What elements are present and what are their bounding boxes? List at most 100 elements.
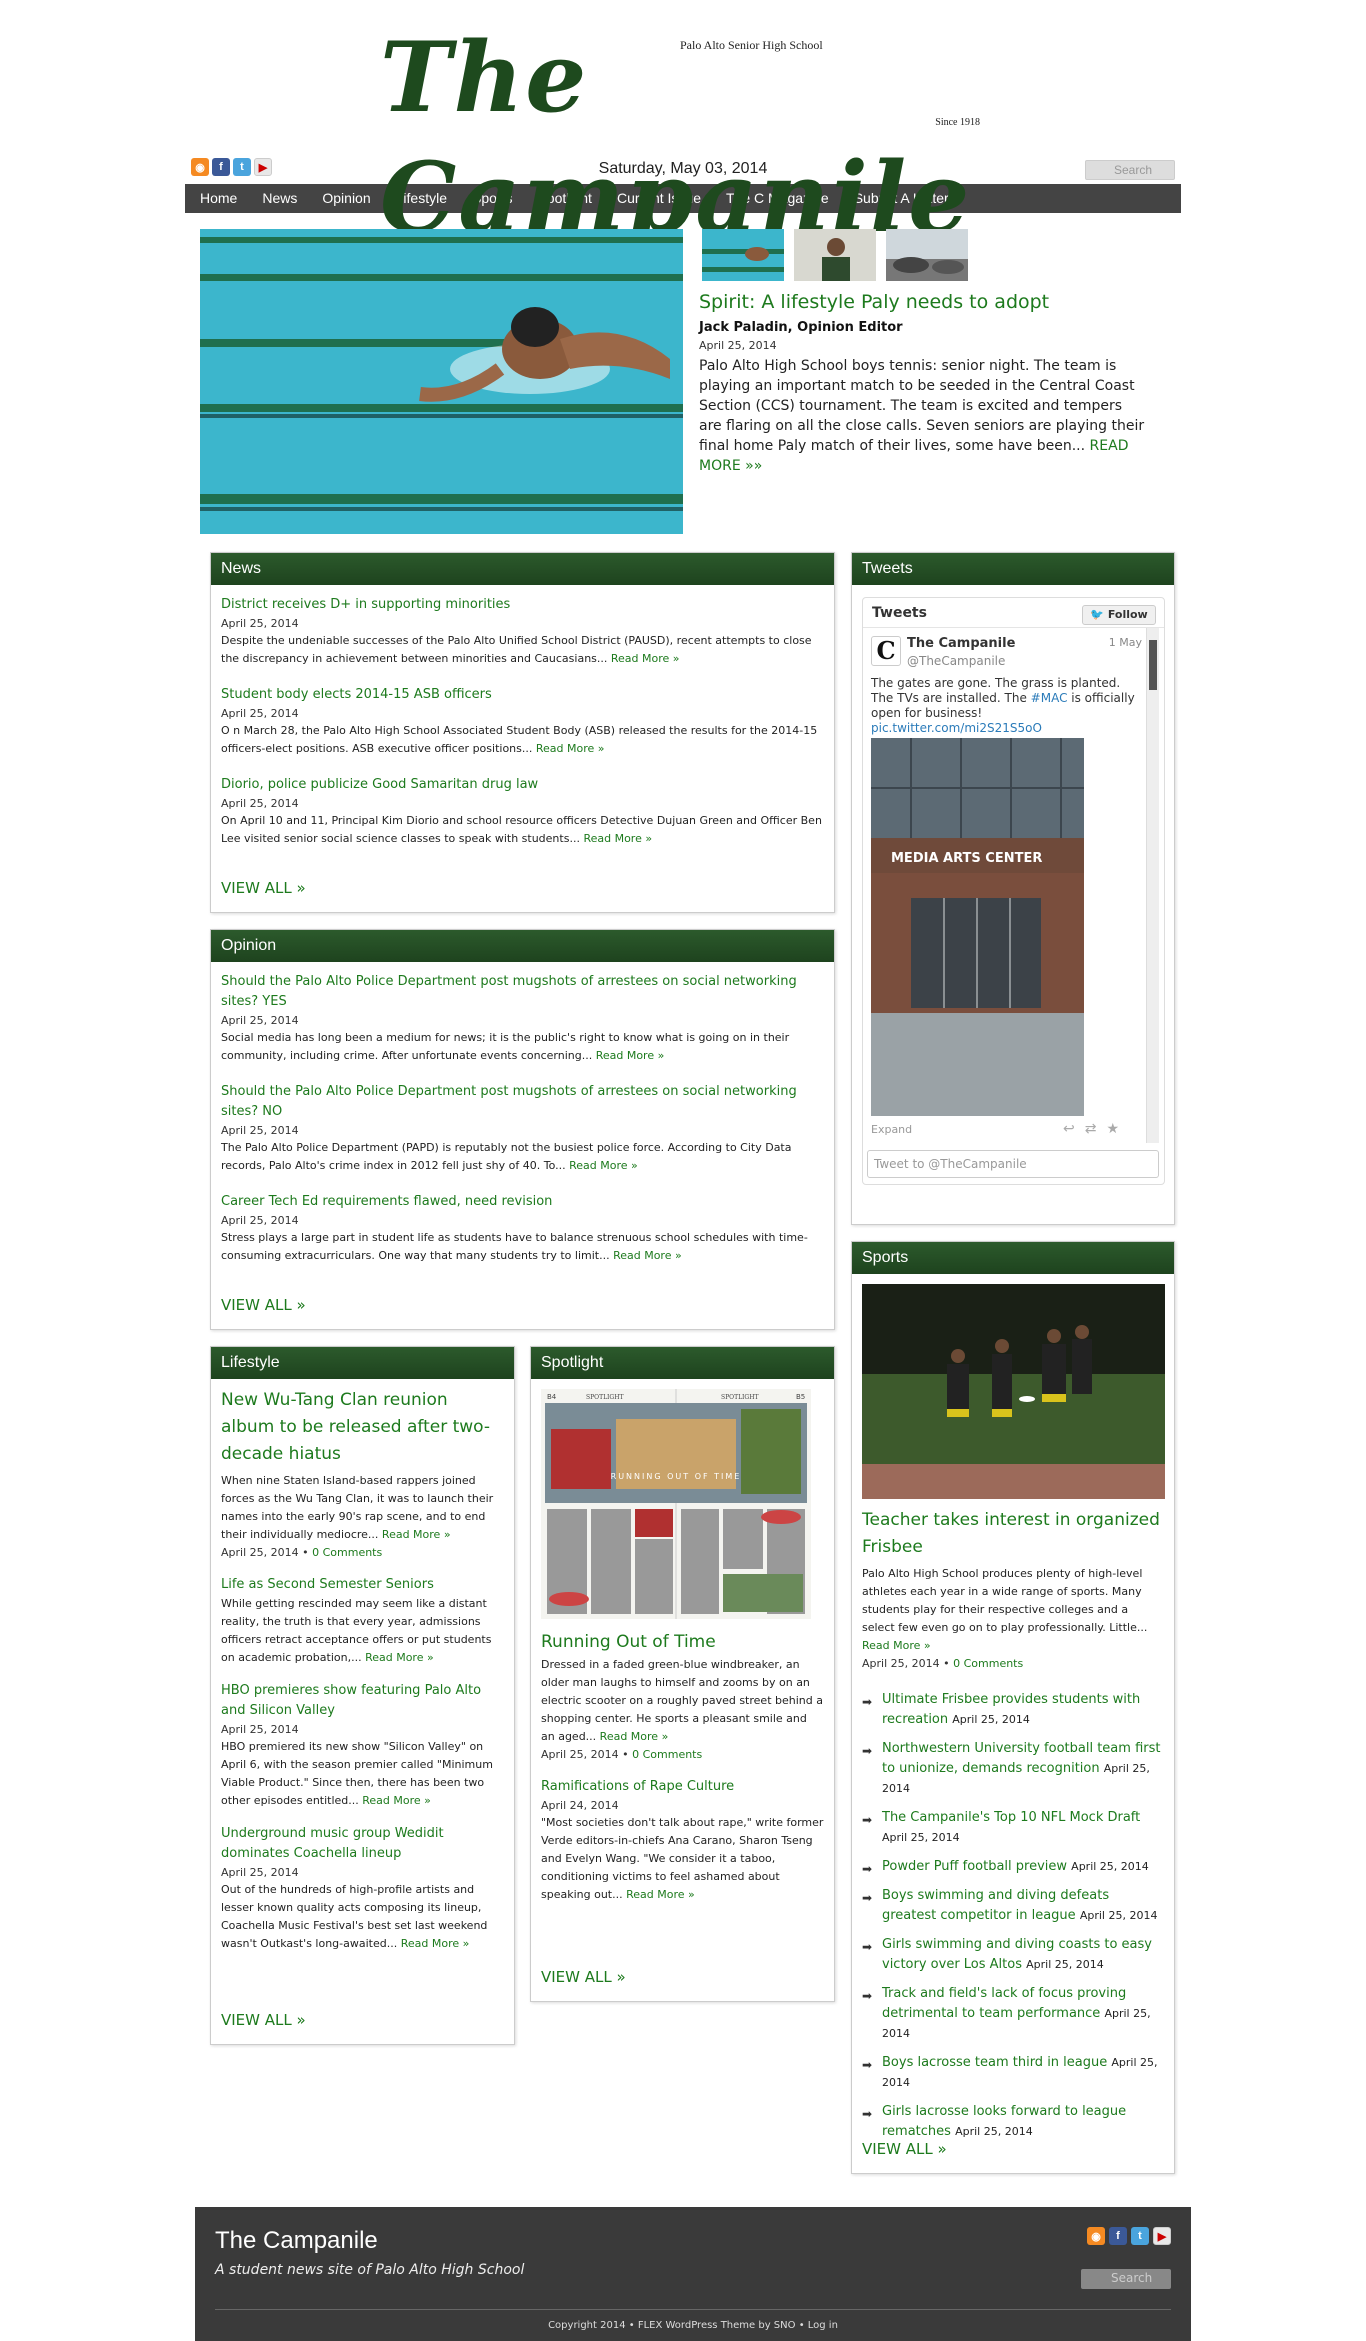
list-item-title[interactable]: Powder Puff football preview [882, 1859, 1067, 1874]
read-more-link[interactable]: Read More » [362, 1794, 431, 1807]
tweet-time[interactable]: 1 May [1109, 636, 1142, 649]
tweet-pic-link[interactable]: pic.twitter.com/mi2S21S5oO [871, 721, 1141, 736]
nav-news[interactable]: News [247, 184, 297, 213]
read-more-link[interactable]: Read More » [600, 1730, 669, 1743]
lifestyle-lead: New Wu-Tang Clan reunion album to be rel… [211, 1387, 514, 1561]
list-item-title[interactable]: Track and field's lack of focus proving … [882, 1986, 1126, 2021]
featured-title[interactable]: Spirit: A lifestyle Paly needs to adopt [699, 291, 1169, 313]
thumbnail-swim[interactable] [702, 229, 784, 281]
twitter-icon[interactable]: t [1131, 2227, 1149, 2245]
spread-page-left: B4 [547, 1393, 557, 1401]
list-item-title[interactable]: Boys swimming and diving defeats greates… [882, 1888, 1109, 1923]
tweet-to-input[interactable]: Tweet to @TheCampanile [867, 1150, 1159, 1178]
favorite-icon[interactable]: ★ [1106, 1121, 1119, 1137]
lifestyle-lead-meta: April 25, 2014 • 0 Comments [221, 1546, 383, 1559]
opinion-view-all[interactable]: VIEW ALL » [211, 1296, 306, 1314]
read-more-link[interactable]: Read More » [596, 1049, 665, 1062]
news-item-date: April 25, 2014 [221, 707, 299, 720]
spotlight-lead-title[interactable]: Running Out of Time [541, 1629, 824, 1656]
read-more-link[interactable]: Read More » [365, 1651, 434, 1664]
sports-view-all[interactable]: VIEW ALL » [852, 2140, 947, 2158]
sports-lead-image[interactable] [862, 1284, 1165, 1499]
arrow-icon: ➡ [862, 1744, 873, 1758]
news-item-title[interactable]: District receives D+ in supporting minor… [221, 595, 824, 615]
facebook-icon[interactable]: f [1109, 2227, 1127, 2245]
lifestyle-item: Life as Second Semester Seniors While ge… [211, 1575, 514, 1667]
read-more-link[interactable]: Read More » [611, 652, 680, 665]
featured-image[interactable] [200, 229, 683, 534]
scrollbar-thumb[interactable] [1149, 640, 1157, 690]
tweet-author-handle[interactable]: @TheCampanile [907, 654, 1005, 668]
list-item: ➡ Boys lacrosse team third in league Apri… [862, 2053, 1164, 2093]
search-input[interactable]: Search [1085, 160, 1175, 180]
read-more-link[interactable]: Read More » [536, 742, 605, 755]
lifestyle-panel: Lifestyle New Wu-Tang Clan reunion album… [210, 1346, 515, 2045]
read-more-link[interactable]: Read More » [583, 832, 652, 845]
spotlight-lead-date: April 25, 2014 [541, 1748, 619, 1761]
news-item-excerpt: O n March 28, the Palo Alto High School … [221, 722, 824, 758]
list-item: ➡ Northwestern University football team f… [862, 1739, 1164, 1799]
featured-date: April 25, 2014 [699, 339, 777, 352]
read-more-link[interactable]: Read More » [569, 1159, 638, 1172]
avatar[interactable]: C [871, 636, 901, 666]
news-item-title[interactable]: Diorio, police publicize Good Samaritan … [221, 775, 824, 795]
opinion-item: Should the Palo Alto Police Department p… [211, 972, 834, 1065]
list-item-title[interactable]: The Campanile's Top 10 NFL Mock Draft [882, 1810, 1140, 1825]
footer-search-input[interactable]: Search [1081, 2269, 1171, 2289]
opinion-item-title[interactable]: Should the Palo Alto Police Department p… [221, 1082, 824, 1122]
comments-link[interactable]: 0 Comments [632, 1748, 702, 1761]
read-more-link[interactable]: Read More » [382, 1528, 451, 1541]
news-item-excerpt: Despite the undeniable successes of the … [221, 632, 824, 668]
lifestyle-item-title[interactable]: HBO premieres show featuring Palo Alto a… [221, 1681, 504, 1721]
news-item-title[interactable]: Student body elects 2014-15 ASB officers [221, 685, 824, 705]
news-panel: News District receives D+ in supporting … [210, 552, 835, 913]
news-item: Diorio, police publicize Good Samaritan … [211, 775, 834, 848]
lifestyle-item-title[interactable]: Underground music group Wedidit dominate… [221, 1824, 504, 1864]
comments-link[interactable]: 0 Comments [312, 1546, 382, 1559]
nav-opinion[interactable]: Opinion [307, 184, 370, 213]
news-excerpt-text: O n March 28, the Palo Alto High School … [221, 724, 818, 755]
sports-list: ➡ Ultimate Frisbee provides students with… [852, 1690, 1174, 2142]
follow-button[interactable]: 🐦 Follow [1082, 605, 1156, 625]
spotlight-view-all[interactable]: VIEW ALL » [531, 1968, 626, 1986]
news-view-all[interactable]: VIEW ALL » [211, 879, 306, 897]
featured-story: Spirit: A lifestyle Paly needs to adopt … [185, 213, 1181, 543]
news-heading: News [211, 553, 834, 585]
retweet-icon[interactable]: ⇄ [1085, 1121, 1097, 1137]
timeline-header: Tweets 🐦 Follow [863, 598, 1164, 628]
read-more-link[interactable]: Read More » [862, 1639, 931, 1652]
opinion-item-date: April 25, 2014 [221, 1214, 299, 1227]
reply-icon[interactable]: ↩ [1063, 1121, 1075, 1137]
spotlight-image[interactable]: B4 B5 SPOTLIGHT SPOTLIGHT RUNNING OUT OF… [541, 1389, 811, 1619]
list-item-title[interactable]: Girls swimming and diving coasts to easy… [882, 1937, 1152, 1972]
sports-lead-title[interactable]: Teacher takes interest in organized Fris… [862, 1507, 1164, 1561]
site-logo[interactable]: The Campanile Palo Alto Senior High Scho… [380, 18, 990, 254]
read-more-link[interactable]: Read More » [401, 1937, 470, 1950]
sports-lead-excerpt: Palo Alto High School produces plenty of… [862, 1565, 1164, 1655]
opinion-item-excerpt: Social media has long been a medium for … [221, 1029, 824, 1065]
comments-link[interactable]: 0 Comments [953, 1657, 1023, 1670]
list-item-date: April 25, 2014 [1026, 1958, 1104, 1971]
opinion-excerpt-text: Social media has long been a medium for … [221, 1031, 790, 1062]
lifestyle-lead-title[interactable]: New Wu-Tang Clan reunion album to be rel… [221, 1387, 504, 1468]
opinion-item-excerpt: Stress plays a large part in student lif… [221, 1229, 824, 1265]
rss-icon[interactable]: ◉ [1087, 2227, 1105, 2245]
spotlight-item-title[interactable]: Ramifications of Rape Culture [541, 1777, 824, 1797]
lifestyle-item-title[interactable]: Life as Second Semester Seniors [221, 1575, 504, 1595]
list-item-title[interactable]: Boys lacrosse team third in league [882, 2055, 1107, 2070]
opinion-item-title[interactable]: Career Tech Ed requirements flawed, need… [221, 1192, 824, 1212]
hashtag-link[interactable]: #MAC [1031, 691, 1068, 705]
nav-home[interactable]: Home [185, 184, 237, 213]
youtube-icon[interactable]: ▶ [1153, 2227, 1171, 2245]
tweet-photo[interactable]: MEDIA ARTS CENTER [871, 738, 1084, 1116]
footer-title[interactable]: The Campanile [215, 2227, 378, 2255]
timeline-scrollbar[interactable] [1146, 628, 1159, 1143]
thumbnail-cars[interactable] [886, 229, 968, 281]
tweet-author-name[interactable]: The Campanile [907, 636, 1015, 651]
lifestyle-view-all[interactable]: VIEW ALL » [211, 2011, 306, 2029]
opinion-item-title[interactable]: Should the Palo Alto Police Department p… [221, 972, 824, 1012]
read-more-link[interactable]: Read More » [626, 1888, 695, 1901]
read-more-link[interactable]: Read More » [613, 1249, 682, 1262]
thumbnail-portrait[interactable] [794, 229, 876, 281]
tweet-expand[interactable]: Expand [871, 1123, 912, 1136]
